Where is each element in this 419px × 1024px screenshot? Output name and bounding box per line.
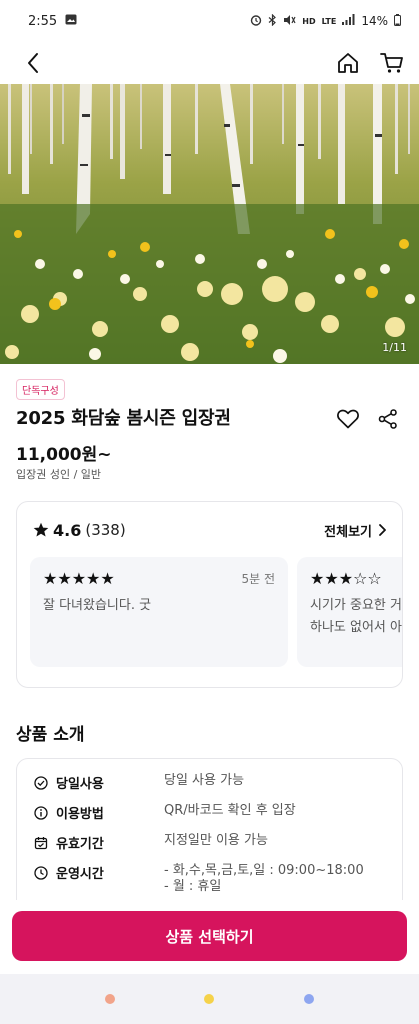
bottom-cta-bar: 상품 선택하기: [0, 900, 419, 974]
mute-icon: [283, 14, 296, 29]
select-product-button[interactable]: 상품 선택하기: [12, 911, 407, 961]
nav-dot-back[interactable]: [304, 994, 315, 1004]
battery-level: 14%: [361, 14, 388, 28]
product-image[interactable]: 1/11: [0, 84, 419, 364]
image-counter: 1/11: [382, 341, 407, 354]
info-label: 운영시간: [56, 867, 104, 882]
info-label: 유효기간: [56, 837, 104, 852]
hd-icon: HD: [302, 16, 316, 26]
info-label: 이용방법: [56, 807, 104, 822]
review-text-line: 하나도 없어서 아: [310, 620, 402, 635]
flower-field-photo: [0, 84, 419, 364]
share-icon: [378, 409, 397, 429]
title-actions: [335, 406, 401, 432]
home-button[interactable]: [335, 50, 361, 76]
reviews-header: 4.6 (338) 전체보기: [33, 518, 386, 542]
system-nav-bar: [0, 974, 419, 1024]
nav-dot-recent[interactable]: [104, 994, 115, 1004]
chevron-left-icon: [28, 53, 38, 73]
see-all-label: 전체보기: [324, 524, 372, 540]
heart-icon: [337, 409, 359, 429]
cart-icon: [380, 53, 403, 73]
network-type: LTE: [321, 16, 337, 26]
battery-icon: [394, 13, 401, 29]
home-icon: [338, 53, 358, 73]
status-bar: 2:55 HD LTE 14%: [0, 0, 419, 42]
product-title: 2025 화담숲 봄시즌 입장권: [16, 408, 231, 429]
info-value-line: - 화,수,목,금,토,일 : 09:00~18:00: [164, 863, 364, 878]
info-value: 당일 사용 가능: [164, 773, 245, 788]
share-button[interactable]: [375, 406, 401, 432]
review-stars: ★★★★★: [43, 568, 115, 588]
wishlist-button[interactable]: [335, 406, 361, 432]
info-row: 이용방법 QR/바코드 확인 후 입장: [17, 803, 402, 833]
review-time: 5분 전: [241, 571, 275, 586]
review-item[interactable]: ★★★★★ 5분 전 잘 다녀왔습니다. 굿: [30, 557, 288, 667]
review-text: 시기가 중요한 거 하나도 없어서 아: [310, 595, 402, 639]
review-text: 잘 다녀왔습니다. 굿: [43, 598, 152, 613]
info-icon: [34, 805, 48, 820]
exclusive-badge: 단독구성: [16, 379, 65, 400]
gallery-icon: [65, 14, 77, 29]
price-option: 입장권 성인 / 일반: [16, 468, 102, 481]
rating-count: (338): [85, 521, 126, 539]
status-time: 2:55: [28, 13, 58, 29]
review-text-line: 시기가 중요한 거: [310, 598, 402, 613]
info-row: 당일사용 당일 사용 가능: [17, 773, 402, 803]
star-icon: [33, 522, 49, 537]
rating-summary: 4.6 (338): [33, 521, 126, 540]
top-nav: [0, 42, 419, 84]
cart-button[interactable]: [379, 50, 405, 76]
nav-dot-home[interactable]: [204, 994, 215, 1004]
check-circle-icon: [34, 775, 48, 790]
info-value: 지정일만 이용 가능: [164, 833, 268, 848]
section-title-intro: 상품 소개: [16, 725, 85, 745]
back-button[interactable]: [20, 50, 46, 76]
bluetooth-icon: [268, 13, 277, 29]
info-value: QR/바코드 확인 후 입장: [164, 803, 296, 818]
see-all-reviews-link[interactable]: 전체보기: [324, 521, 386, 540]
product-price: 11,000원~: [16, 445, 112, 465]
info-value: - 화,수,목,금,토,일 : 09:00~18:00 - 월 : 휴일: [164, 863, 364, 895]
rating-score: 4.6: [53, 520, 82, 540]
clock-icon: [34, 865, 48, 880]
chevron-right-icon: [379, 524, 386, 536]
info-value-line: - 월 : 휴일: [164, 879, 222, 894]
info-row: 운영시간 - 화,수,목,금,토,일 : 09:00~18:00 - 월 : 휴…: [17, 863, 402, 903]
info-label: 당일사용: [56, 777, 104, 792]
review-stars: ★★★☆☆: [310, 568, 382, 588]
signal-icon: [342, 14, 355, 28]
review-item[interactable]: ★★★☆☆ 시기가 중요한 거 하나도 없어서 아: [297, 557, 402, 667]
calendar-icon: [34, 836, 48, 849]
alarm-icon: [250, 14, 262, 29]
product-info-card: 당일사용 당일 사용 가능 이용방법 QR/바코드 확인 후 입장 유효기간 지…: [16, 758, 403, 918]
info-row: 유효기간 지정일만 이용 가능: [17, 833, 402, 863]
reviews-card: 4.6 (338) 전체보기 ★★★★★ 5분 전 잘 다녀왔습니다. 굿 ★★…: [16, 501, 403, 688]
